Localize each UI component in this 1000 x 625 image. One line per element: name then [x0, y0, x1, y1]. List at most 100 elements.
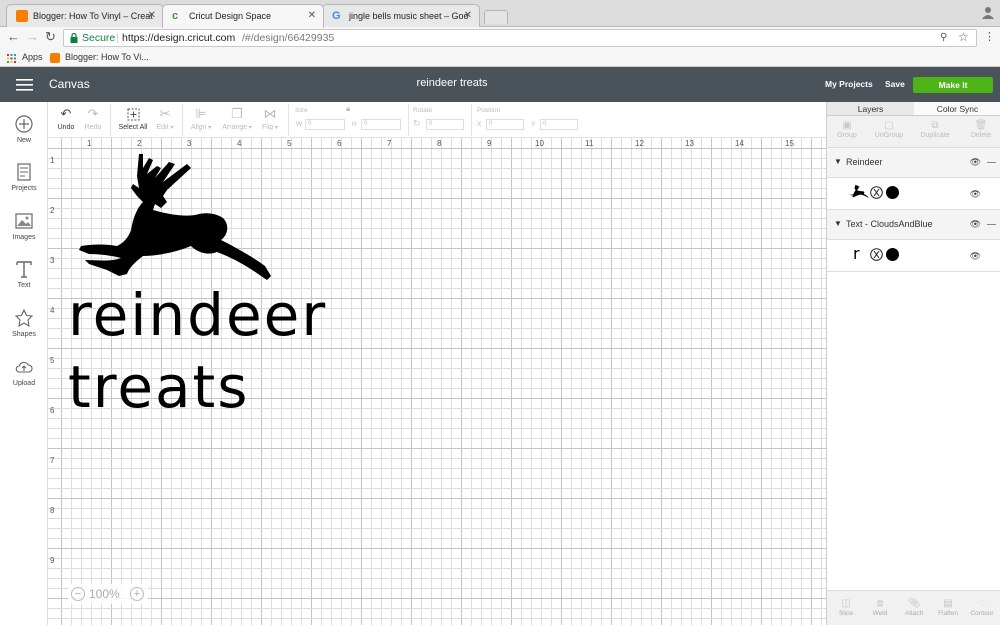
layer-group-text[interactable]: ▼ Text - CloudsAndBlue 👁︎	[827, 210, 1000, 240]
my-projects-link[interactable]: My Projects	[825, 79, 873, 89]
reindeer-image[interactable]	[77, 152, 273, 292]
bookmarks-bar: Apps Blogger: How To Vi...	[0, 49, 1000, 67]
reload-icon[interactable]: ↻	[45, 29, 56, 44]
tab-close-icon[interactable]: ✕	[308, 5, 316, 27]
ruler-x-label: 10	[535, 139, 544, 148]
select-all-button[interactable]: Select All	[116, 104, 150, 131]
tab-close-icon[interactable]: ✕	[464, 5, 472, 27]
group-button[interactable]: ▣ Group	[827, 120, 867, 139]
new-tab-button[interactable]	[484, 10, 508, 24]
ruler-x-label: 7	[387, 139, 392, 148]
trash-icon: 🗑︎	[974, 120, 988, 131]
tab-close-icon[interactable]: ✕	[148, 5, 156, 27]
duplicate-button[interactable]: ⧉ Duplicate	[915, 120, 955, 139]
align-button[interactable]: ⊫ Align ▾	[188, 104, 214, 131]
sidebar-item-label: New	[16, 137, 31, 144]
blogger-bookmark[interactable]: Blogger: How To Vi...	[65, 49, 149, 66]
key-icon[interactable]: ⚲	[940, 30, 947, 46]
profile-icon[interactable]	[982, 6, 994, 19]
ruler-x-label: 11	[585, 139, 594, 148]
slice-button[interactable]: ◫ Slice	[829, 598, 863, 617]
back-icon[interactable]: ←	[7, 30, 20, 44]
group-label: Group	[837, 132, 857, 139]
ruler-x-label: 3	[187, 139, 192, 148]
weld-icon: ⧈	[876, 598, 884, 609]
attach-button[interactable]: 📎︎ Attach	[897, 598, 931, 617]
ruler-y-label: 4	[50, 306, 55, 315]
drag-handle-icon[interactable]	[987, 162, 996, 163]
sidebar-item-label: Projects	[11, 185, 37, 192]
arrange-button[interactable]: ❐ Arrange ▾	[220, 104, 254, 131]
zoom-in-button[interactable]: +	[130, 587, 144, 601]
edit-button[interactable]: ✂ Edit ▾	[153, 104, 177, 131]
cut-operation-icon[interactable]	[870, 186, 883, 199]
weld-button[interactable]: ⧈ Weld	[863, 598, 897, 617]
tab-cricut-design-space[interactable]: c Cricut Design Space ✕	[162, 4, 324, 28]
design-canvas[interactable]: 1 2 3 4 5 6 7 8 9 10 11 12 13 14 15 1 2 3 4 5 6 7 8 9 reindeer …	[48, 138, 826, 625]
dropdown-icon: ▾	[168, 125, 174, 131]
zoom-control: − 100% +	[68, 584, 148, 604]
tab-color-sync[interactable]: Color Sync	[914, 102, 1000, 116]
layer-color-swatch[interactable]	[886, 186, 899, 199]
design-text-treats[interactable]: treats	[68, 356, 250, 418]
flatten-button[interactable]: ▤ Flatten	[931, 598, 965, 617]
layer-item-text[interactable]: r 👁︎	[827, 240, 1000, 272]
url-bar[interactable]: Secure | https://design.cricut.com /#/de…	[63, 29, 977, 47]
zoom-out-button[interactable]: −	[71, 587, 85, 601]
bookmark-star-icon[interactable]: ☆	[958, 29, 969, 45]
layer-name: Text - CloudsAndBlue	[846, 219, 933, 229]
cricut-favicon-icon: c	[172, 10, 179, 22]
caret-down-icon[interactable]: ▼	[834, 157, 842, 166]
sidebar-item-projects[interactable]: Projects	[0, 162, 48, 192]
toolbar-divider	[110, 104, 111, 136]
height-input[interactable]: 0	[361, 119, 401, 130]
eye-icon[interactable]: 👁︎	[970, 157, 981, 168]
design-text-reindeer[interactable]: reindeer	[68, 284, 327, 346]
layer-item-reindeer[interactable]: 👁︎	[827, 178, 1000, 210]
ruler-x-label: 5	[287, 139, 292, 148]
contour-label: Contour	[970, 610, 994, 617]
tab-blogger[interactable]: Blogger: How To Vinyl – Creat ✕	[6, 4, 164, 27]
drag-handle-icon[interactable]	[987, 224, 996, 225]
sidebar-item-text[interactable]: Text	[0, 259, 48, 289]
menu-kebab-icon[interactable]: ⋮	[984, 31, 995, 43]
redo-button[interactable]: ↷ Redo	[81, 104, 105, 131]
layer-group-reindeer[interactable]: ▼ Reindeer 👁︎	[827, 148, 1000, 178]
sidebar-item-images[interactable]: Images	[0, 211, 48, 241]
duplicate-label: Duplicate	[920, 132, 950, 139]
eye-icon[interactable]: 👁︎	[970, 251, 981, 262]
x-position-input[interactable]: 0	[486, 119, 524, 130]
undo-button[interactable]: ↶ Undo	[54, 104, 78, 131]
eye-icon[interactable]: 👁︎	[970, 189, 981, 200]
make-it-button[interactable]: Make It	[913, 77, 993, 93]
ungroup-button[interactable]: ▢ UnGroup	[869, 120, 909, 139]
lock-icon	[70, 33, 78, 43]
image-icon	[15, 213, 33, 229]
align-label: Align	[190, 124, 207, 131]
ruler-x-label: 8	[437, 139, 442, 148]
hamburger-menu-icon[interactable]	[16, 79, 33, 91]
save-button[interactable]: Save	[885, 79, 905, 89]
rotate-input[interactable]: 0	[426, 119, 464, 130]
sidebar-item-new[interactable]: New	[0, 114, 48, 144]
tab-jingle-bells[interactable]: G jingle bells music sheet – Goo ✕	[322, 4, 480, 27]
layer-color-swatch[interactable]	[886, 248, 899, 261]
caret-down-icon[interactable]: ▼	[834, 219, 842, 228]
contour-button[interactable]: ◌ Contour	[965, 598, 999, 617]
forward-icon[interactable]: →	[26, 30, 39, 44]
eye-icon[interactable]: 👁︎	[970, 219, 981, 230]
flip-button[interactable]: ⋈ Flip ▾	[259, 104, 281, 131]
delete-button[interactable]: 🗑︎ Delete	[961, 120, 1000, 139]
sidebar-item-upload[interactable]: Upload	[0, 357, 48, 387]
width-input[interactable]: 0	[305, 119, 345, 130]
ungroup-label: UnGroup	[874, 132, 904, 139]
apps-bookmark[interactable]: Apps	[22, 49, 43, 66]
slice-label: Slice	[838, 610, 854, 617]
cut-operation-icon[interactable]	[870, 248, 883, 261]
y-position-input[interactable]: 0	[540, 119, 578, 130]
sidebar-item-shapes[interactable]: Shapes	[0, 308, 48, 338]
flatten-icon: ▤	[943, 598, 953, 609]
tab-layers[interactable]: Layers	[827, 102, 914, 116]
project-title[interactable]: reindeer treats	[352, 77, 552, 89]
lock-ratio-icon[interactable]: 🔒︎	[346, 104, 350, 114]
